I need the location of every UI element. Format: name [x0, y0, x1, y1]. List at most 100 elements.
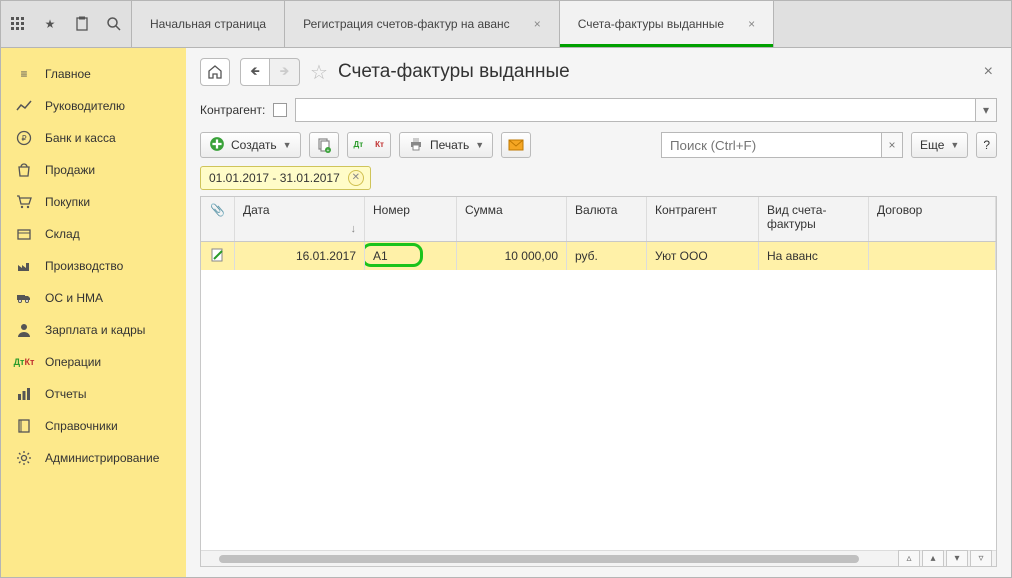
sidebar-item-hr[interactable]: Зарплата и кадры — [1, 314, 186, 346]
column-contract[interactable]: Договор — [869, 197, 996, 241]
button-label: Еще — [920, 138, 944, 152]
scroll-top-button[interactable]: ▵ — [898, 550, 920, 567]
gear-icon — [15, 449, 33, 467]
button-label: Создать — [231, 138, 277, 152]
sidebar-item-label: Главное — [45, 67, 91, 81]
column-kind[interactable]: Вид счета-фактуры — [759, 197, 869, 241]
sidebar-item-assets[interactable]: ОС и НМА — [1, 282, 186, 314]
sidebar-item-label: Операции — [45, 355, 101, 369]
clear-search-button[interactable]: × — [881, 132, 903, 158]
sidebar-item-label: Справочники — [45, 419, 118, 433]
column-attachment[interactable]: 📎 — [201, 197, 235, 241]
factory-icon — [15, 257, 33, 275]
scroll-down-button[interactable]: ▾ — [946, 550, 968, 567]
sidebar-item-directories[interactable]: Справочники — [1, 410, 186, 442]
sidebar-item-sales[interactable]: Продажи — [1, 154, 186, 186]
plus-icon — [209, 136, 225, 155]
forward-button[interactable]: 🡺 — [270, 58, 300, 86]
bag-icon — [15, 161, 33, 179]
date-filter-chip[interactable]: 01.01.2017 - 31.01.2017 ✕ — [200, 166, 371, 190]
sidebar-item-label: Покупки — [45, 195, 90, 209]
search-icon[interactable] — [105, 15, 123, 33]
bars-icon — [15, 385, 33, 403]
printer-icon — [408, 136, 424, 155]
print-button[interactable]: Печать ▼ — [399, 132, 493, 158]
cell-partner: Уют ООО — [655, 249, 708, 263]
column-date[interactable]: Дата — [235, 197, 365, 241]
tab-issued-invoices[interactable]: Счета-фактуры выданные × — [560, 1, 774, 47]
search-input[interactable] — [661, 132, 881, 158]
copy-button[interactable]: + — [309, 132, 339, 158]
close-page-button[interactable]: × — [980, 59, 997, 85]
sidebar-item-warehouse[interactable]: Склад — [1, 218, 186, 250]
clip-icon: 📎 — [210, 203, 225, 217]
sidebar-item-production[interactable]: Производство — [1, 250, 186, 282]
cell-sum: 10 000,00 — [505, 249, 558, 263]
person-icon — [15, 321, 33, 339]
column-currency[interactable]: Валюта — [567, 197, 647, 241]
invoice-table: 📎 Дата Номер Сумма Валюта Контрагент Вид… — [200, 196, 997, 567]
sidebar-item-label: ОС и НМА — [45, 291, 103, 305]
sidebar-item-label: Отчеты — [45, 387, 86, 401]
tab-label: Регистрация счетов-фактур на аванс — [303, 17, 510, 31]
sidebar-item-reports[interactable]: Отчеты — [1, 378, 186, 410]
tab-home[interactable]: Начальная страница — [132, 1, 285, 47]
sidebar-item-label: Банк и касса — [45, 131, 116, 145]
sidebar-item-label: Склад — [45, 227, 80, 241]
sidebar-item-operations[interactable]: ДтКт Операции — [1, 346, 186, 378]
horizontal-scrollbar[interactable]: ▵ ▴ ▾ ▿ — [201, 550, 996, 566]
tab-advance-invoice[interactable]: Регистрация счетов-фактур на аванс × — [285, 1, 560, 47]
cell-number: А1 — [373, 249, 388, 263]
column-number[interactable]: Номер — [365, 197, 457, 241]
counterparty-checkbox[interactable] — [273, 103, 287, 117]
ruble-icon: ₽ — [15, 129, 33, 147]
apps-icon[interactable] — [9, 15, 27, 33]
clipboard-icon[interactable] — [73, 15, 91, 33]
create-button[interactable]: Создать ▼ — [200, 132, 301, 158]
help-button[interactable]: ? — [976, 132, 997, 158]
cart-icon — [15, 193, 33, 211]
tab-label: Счета-фактуры выданные — [578, 17, 724, 31]
sidebar-item-label: Производство — [45, 259, 123, 273]
favorite-icon[interactable]: ☆ — [310, 60, 328, 85]
column-sum[interactable]: Сумма — [457, 197, 567, 241]
box-icon — [15, 225, 33, 243]
counterparty-label: Контрагент: — [200, 103, 265, 117]
dtkt-icon: ДтКт — [15, 353, 33, 371]
sidebar-item-main[interactable]: ≡ Главное — [1, 58, 186, 90]
button-label: ? — [983, 138, 990, 152]
truck-icon — [15, 289, 33, 307]
sidebar-item-bank[interactable]: ₽ Банк и касса — [1, 122, 186, 154]
menu-icon: ≡ — [15, 65, 33, 83]
sidebar-item-label: Продажи — [45, 163, 95, 177]
cell-kind: На аванс — [767, 249, 818, 263]
home-button[interactable] — [200, 58, 230, 86]
table-row[interactable]: 16.01.2017 А1 10 000,00 руб. Уют ООО На … — [201, 242, 996, 270]
back-button[interactable]: 🡸 — [240, 58, 270, 86]
dropdown-icon[interactable]: ▾ — [975, 98, 997, 122]
column-partner[interactable]: Контрагент — [647, 197, 759, 241]
counterparty-input[interactable] — [295, 98, 975, 122]
svg-text:+: + — [326, 148, 329, 153]
close-icon[interactable]: × — [534, 17, 541, 31]
sidebar-item-label: Зарплата и кадры — [45, 323, 145, 337]
sidebar-item-manager[interactable]: Руководителю — [1, 90, 186, 122]
dtkt-button[interactable]: ДтКт — [347, 132, 391, 158]
cell-currency: руб. — [575, 249, 598, 263]
sidebar-item-label: Администрирование — [45, 451, 159, 465]
more-button[interactable]: Еще▼ — [911, 132, 968, 158]
scroll-up-button[interactable]: ▴ — [922, 550, 944, 567]
scroll-bottom-button[interactable]: ▿ — [970, 550, 992, 567]
tab-label: Начальная страница — [150, 17, 266, 31]
date-filter-label: 01.01.2017 - 31.01.2017 — [209, 171, 340, 185]
mail-button[interactable] — [501, 132, 531, 158]
sidebar-item-admin[interactable]: Администрирование — [1, 442, 186, 474]
sidebar-item-purchases[interactable]: Покупки — [1, 186, 186, 218]
sidebar-item-label: Руководителю — [45, 99, 125, 113]
clear-date-filter-icon[interactable]: ✕ — [348, 170, 364, 186]
page-title: Счета-фактуры выданные — [338, 61, 570, 83]
cell-date: 16.01.2017 — [296, 249, 356, 263]
sidebar: ≡ Главное Руководителю ₽ Банк и касса Прод… — [1, 48, 186, 577]
close-icon[interactable]: × — [748, 17, 755, 31]
star-icon[interactable]: ★ — [41, 15, 59, 33]
